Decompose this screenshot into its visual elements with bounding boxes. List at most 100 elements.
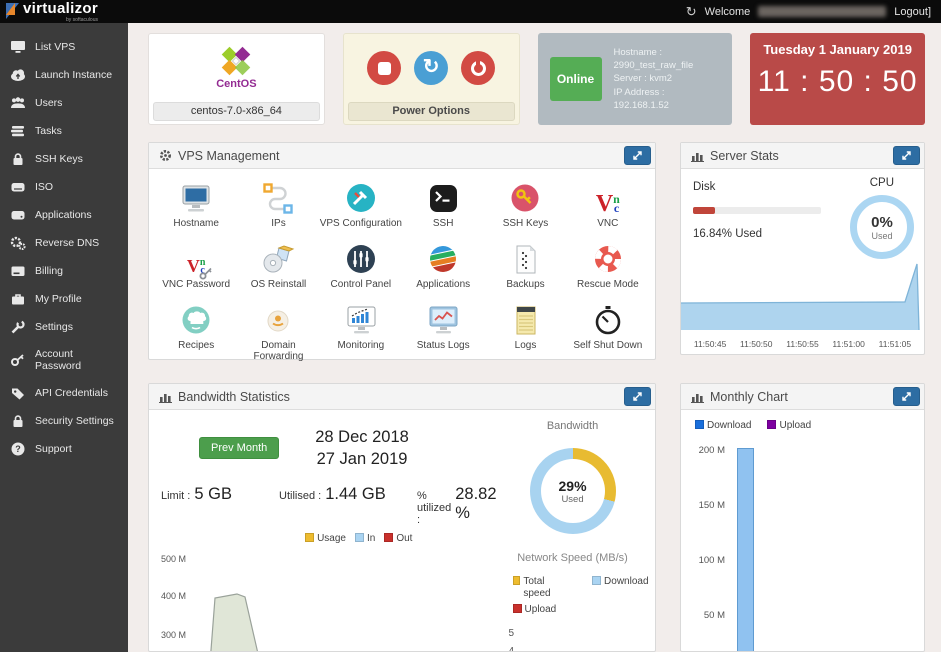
vps-action-os-reinstall[interactable]: OS Reinstall — [237, 242, 319, 290]
sidebar-item-settings[interactable]: Settings — [0, 313, 128, 341]
config-tools-icon — [344, 181, 378, 214]
expand-icon — [901, 391, 912, 402]
bar-chart-icon — [159, 391, 172, 403]
logout-link[interactable]: Logout] — [894, 6, 931, 18]
sidebar-item-iso[interactable]: ISO — [0, 173, 128, 201]
task-list-icon — [10, 124, 26, 138]
notepad-icon — [508, 303, 542, 336]
datetime-card: Tuesday 1 January 2019 11 : 50 : 50 — [750, 33, 925, 125]
cpu-value: 0% — [871, 214, 893, 231]
refresh-icon[interactable]: ↻ — [686, 5, 697, 18]
vps-info-lines: Hostname : 2990_test_raw_file Server : k… — [614, 46, 694, 112]
vps-action-ssh[interactable]: SSH — [402, 181, 484, 229]
vps-action-vnc[interactable]: Vnc VNC — [567, 181, 649, 229]
sidebar-item-support[interactable]: ? Support — [0, 435, 128, 463]
wrench-icon — [10, 320, 26, 334]
main-content: CentOS centos-7.0-x86_64 ↻ Power Options… — [128, 23, 941, 652]
server-stats-timestamps: 11:50:45 11:50:50 11:50:55 11:51:00 11:5… — [681, 339, 924, 349]
prev-month-button[interactable]: Prev Month — [199, 437, 279, 459]
period-start: 28 Dec 2018 — [315, 426, 409, 448]
disk-usage-fill — [693, 207, 715, 214]
top-bar: virtualizor by softaculous ↻ Welcome Log… — [0, 0, 941, 23]
upload-legend-swatch — [767, 420, 776, 429]
bar-chart-icon — [691, 391, 704, 403]
expand-icon — [632, 391, 643, 402]
bandwidth-utilised: Utilised :1.44 GB — [279, 485, 417, 504]
stop-button[interactable] — [367, 51, 401, 85]
sidebar-item-billing[interactable]: Billing — [0, 257, 128, 285]
donut-sub: Used — [561, 494, 583, 505]
question-circle-icon: ? — [10, 442, 26, 456]
tags-icon — [10, 386, 26, 400]
lock-icon — [10, 152, 26, 166]
bandwidth-usage-chart: 500 M 400 M 300 M 200 M — [161, 554, 497, 652]
ip-value: 192.168.1.52 — [614, 99, 694, 112]
restart-button[interactable]: ↻ — [414, 51, 448, 85]
vps-action-ssh-keys[interactable]: SSH Keys — [484, 181, 566, 229]
vps-action-status-logs[interactable]: Status Logs — [402, 303, 484, 362]
vps-action-rescue-mode[interactable]: Rescue Mode — [567, 242, 649, 290]
sidebar-item-applications[interactable]: Applications — [0, 201, 128, 229]
time-text: 11 : 50 : 50 — [750, 65, 925, 99]
download-legend-swatch — [695, 420, 704, 429]
brand-name: virtualizor — [23, 0, 98, 17]
status-logs-chart-icon — [426, 303, 460, 336]
sidebar-item-reverse-dns[interactable]: Reverse DNS — [0, 229, 128, 257]
cloud-upload-icon — [10, 68, 26, 82]
status-badge: Online — [550, 57, 602, 101]
expand-icon — [901, 150, 912, 161]
panel-title: Monthly Chart — [710, 390, 788, 404]
donut-value: 29% — [559, 478, 587, 494]
vps-action-ips[interactable]: IPs — [237, 181, 319, 229]
vps-action-recipes[interactable]: Recipes — [155, 303, 237, 362]
welcome-label: Welcome — [705, 6, 751, 18]
network-speed-title: Network Speed (MB/s) — [517, 552, 628, 564]
vps-action-logs[interactable]: Logs — [484, 303, 566, 362]
total-speed-swatch — [513, 576, 521, 585]
monitoring-chart-icon — [344, 303, 378, 336]
key-icon — [10, 353, 26, 367]
sidebar-item-list-vps[interactable]: List VPS — [0, 33, 128, 61]
vps-action-self-shut-down[interactable]: Self Shut Down — [567, 303, 649, 362]
timer-icon — [591, 303, 625, 336]
chef-hat-icon — [179, 303, 213, 336]
power-options-label: Power Options — [348, 102, 515, 121]
sidebar-item-security-settings[interactable]: Security Settings — [0, 407, 128, 435]
svg-text:?: ? — [15, 444, 21, 454]
expand-button[interactable] — [893, 387, 920, 406]
disk-label: Disk — [693, 181, 715, 193]
vps-action-configuration[interactable]: VPS Configuration — [320, 181, 402, 229]
poweroff-button[interactable] — [461, 51, 495, 85]
sidebar-item-ssh-keys[interactable]: SSH Keys — [0, 145, 128, 173]
vps-action-domain-forwarding[interactable]: Domain Forwarding — [237, 303, 319, 362]
panel-title: Server Stats — [710, 149, 779, 163]
billing-period: 28 Dec 2018 27 Jan 2019 — [315, 426, 409, 471]
panel-title: VPS Management — [178, 149, 279, 163]
sidebar-item-tasks[interactable]: Tasks — [0, 117, 128, 145]
panel-title: Bandwidth Statistics — [178, 390, 290, 404]
sidebar-item-my-profile[interactable]: My Profile — [0, 285, 128, 313]
centos-logo-text: CentOS — [216, 78, 256, 90]
vps-action-applications[interactable]: Applications — [402, 242, 484, 290]
sidebar-item-launch-instance[interactable]: Launch Instance — [0, 61, 128, 89]
expand-button[interactable] — [893, 146, 920, 165]
sidebar-item-account-password[interactable]: Account Password — [0, 341, 128, 379]
hostname-label: Hostname : — [614, 46, 694, 59]
vps-action-control-panel[interactable]: Control Panel — [320, 242, 402, 290]
bandwidth-donut-title: Bandwidth — [547, 420, 598, 432]
vps-action-backups[interactable]: Backups — [484, 242, 566, 290]
network-speed-legend: Total speed Download Upload — [497, 576, 649, 621]
ip-label: IP Address : — [614, 86, 694, 99]
sidebar-item-api-credentials[interactable]: API Credentials — [0, 379, 128, 407]
ssh-key-icon — [508, 181, 542, 214]
sidebar-item-users[interactable]: Users — [0, 89, 128, 117]
date-text: Tuesday 1 January 2019 — [750, 42, 925, 57]
expand-button[interactable] — [624, 146, 651, 165]
download-swatch — [592, 576, 601, 585]
virtualizor-logo[interactable]: virtualizor by softaculous — [0, 0, 98, 23]
vps-action-monitoring[interactable]: Monitoring — [320, 303, 402, 362]
vps-action-hostname[interactable]: Hostname — [155, 181, 237, 229]
upload-swatch — [513, 604, 522, 613]
expand-button[interactable] — [624, 387, 651, 406]
vps-action-vnc-password[interactable]: Vnc VNC Password — [155, 242, 237, 290]
